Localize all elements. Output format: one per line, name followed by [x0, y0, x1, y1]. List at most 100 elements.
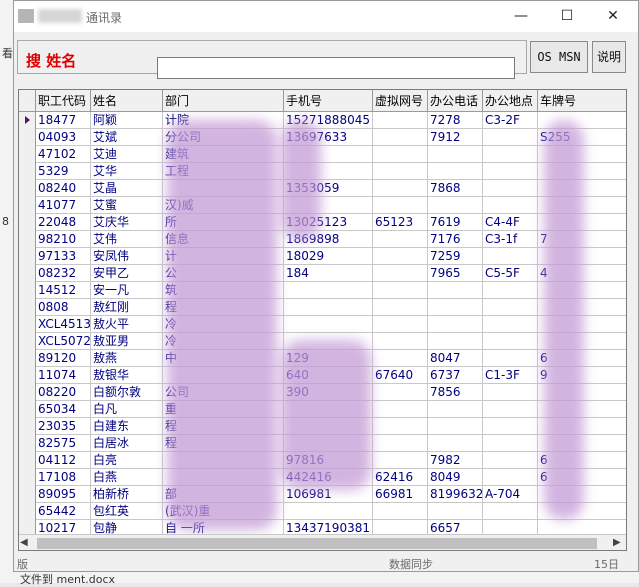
cell-mobile[interactable]: 184: [284, 265, 373, 282]
cell-name[interactable]: 敖银华: [91, 367, 163, 384]
cell-name[interactable]: 敖燕: [91, 350, 163, 367]
cell-code[interactable]: 08220: [36, 384, 91, 401]
close-button[interactable]: ✕: [590, 1, 636, 32]
cell-office-loc[interactable]: [483, 503, 538, 520]
cell-code[interactable]: XCL5072: [36, 333, 91, 350]
cell-code[interactable]: 0808: [36, 299, 91, 316]
table-row[interactable]: 08240艾晶13530597868: [19, 180, 626, 197]
cell-name[interactable]: 阿颖: [91, 112, 163, 129]
cell-vnet[interactable]: [373, 197, 428, 214]
cell-code[interactable]: 11074: [36, 367, 91, 384]
cell-name[interactable]: 艾斌: [91, 129, 163, 146]
cell-office-tel[interactable]: 7912: [428, 129, 483, 146]
cell-office-tel[interactable]: 7856: [428, 384, 483, 401]
cell-mobile[interactable]: 18029: [284, 248, 373, 265]
cell-office-loc[interactable]: C4-4F: [483, 214, 538, 231]
cell-office-tel[interactable]: 7278: [428, 112, 483, 129]
cell-code[interactable]: 04112: [36, 452, 91, 469]
cell-code[interactable]: 97133: [36, 248, 91, 265]
scroll-thumb[interactable]: [37, 538, 597, 549]
cell-name[interactable]: 敖红刚: [91, 299, 163, 316]
cell-name[interactable]: 艾伟: [91, 231, 163, 248]
cell-mobile[interactable]: [284, 299, 373, 316]
cell-code[interactable]: 98210: [36, 231, 91, 248]
cell-office-tel[interactable]: [428, 163, 483, 180]
cell-office-loc[interactable]: C3-2F: [483, 112, 538, 129]
cell-vnet[interactable]: 62416: [373, 469, 428, 486]
cell-office-tel[interactable]: 8047: [428, 350, 483, 367]
cell-name[interactable]: 艾晶: [91, 180, 163, 197]
cell-name[interactable]: 艾迪: [91, 146, 163, 163]
cell-office-loc[interactable]: [483, 333, 538, 350]
cell-office-tel[interactable]: [428, 401, 483, 418]
search-input[interactable]: [157, 57, 515, 79]
cell-vnet[interactable]: [373, 435, 428, 452]
column-header[interactable]: 姓名: [91, 90, 163, 112]
cell-office-tel[interactable]: 8049: [428, 469, 483, 486]
cell-name[interactable]: 白亮: [91, 452, 163, 469]
cell-office-loc[interactable]: [483, 384, 538, 401]
row-selector[interactable]: [19, 248, 36, 265]
row-selector[interactable]: [19, 129, 36, 146]
row-selector[interactable]: [19, 486, 36, 503]
cell-office-loc[interactable]: [483, 180, 538, 197]
contacts-table[interactable]: 职工代码 姓名 部门 手机号 虚拟网号 办公电话 办公地点 车牌号 18477 阿…: [18, 89, 627, 551]
cell-name[interactable]: 白额尔敦: [91, 384, 163, 401]
cell-name[interactable]: 柏新桥: [91, 486, 163, 503]
column-header[interactable]: 车牌号: [538, 90, 626, 112]
cell-office-tel[interactable]: 7982: [428, 452, 483, 469]
row-selector[interactable]: [19, 384, 36, 401]
column-header[interactable]: 办公地点: [483, 90, 538, 112]
cell-office-tel[interactable]: 7965: [428, 265, 483, 282]
cell-vnet[interactable]: [373, 350, 428, 367]
cell-office-loc[interactable]: [483, 350, 538, 367]
cell-office-tel[interactable]: 6737: [428, 367, 483, 384]
cell-vnet[interactable]: [373, 299, 428, 316]
row-selector[interactable]: [19, 367, 36, 384]
cell-vnet[interactable]: [373, 112, 428, 129]
cell-code[interactable]: 08240: [36, 180, 91, 197]
cell-name[interactable]: 艾蜜: [91, 197, 163, 214]
cell-code[interactable]: 14512: [36, 282, 91, 299]
cell-office-tel[interactable]: [428, 503, 483, 520]
cell-office-tel[interactable]: [428, 146, 483, 163]
row-selector[interactable]: [19, 214, 36, 231]
maximize-button[interactable]: ☐: [544, 1, 590, 32]
cell-name[interactable]: 白凡: [91, 401, 163, 418]
cell-code[interactable]: 89095: [36, 486, 91, 503]
table-row[interactable]: 41077艾蜜汉)威: [19, 197, 626, 214]
cell-mobile[interactable]: [284, 316, 373, 333]
cell-code[interactable]: 22048: [36, 214, 91, 231]
cell-vnet[interactable]: [373, 384, 428, 401]
column-header[interactable]: 职工代码: [36, 90, 91, 112]
cell-office-loc[interactable]: A-704: [483, 486, 538, 503]
cell-office-loc[interactable]: [483, 401, 538, 418]
cell-name[interactable]: 白建东: [91, 418, 163, 435]
cell-office-tel[interactable]: [428, 197, 483, 214]
table-row[interactable]: 22048艾庆华所13025123651237619C4-4F: [19, 214, 626, 231]
cell-name[interactable]: 艾华: [91, 163, 163, 180]
row-selector[interactable]: [19, 299, 36, 316]
cell-name[interactable]: 白居冰: [91, 435, 163, 452]
cell-mobile[interactable]: [284, 503, 373, 520]
cell-code[interactable]: 65442: [36, 503, 91, 520]
cell-code[interactable]: 23035: [36, 418, 91, 435]
cell-code[interactable]: 89120: [36, 350, 91, 367]
cell-office-loc[interactable]: [483, 163, 538, 180]
cell-code[interactable]: 18477: [36, 112, 91, 129]
row-selector[interactable]: [19, 503, 36, 520]
row-selector[interactable]: [19, 197, 36, 214]
cell-vnet[interactable]: [373, 180, 428, 197]
table-row[interactable]: 98210艾伟信息18698987176C3-1f7: [19, 231, 626, 248]
cell-office-tel[interactable]: [428, 282, 483, 299]
column-header[interactable]: 虚拟网号: [373, 90, 428, 112]
cell-code[interactable]: 04093: [36, 129, 91, 146]
row-selector[interactable]: [19, 146, 36, 163]
scroll-left-icon[interactable]: ◀: [20, 537, 28, 548]
cell-vnet[interactable]: [373, 146, 428, 163]
table-row[interactable]: 04093艾斌分公司136976337912S255: [19, 129, 626, 146]
cell-vnet[interactable]: [373, 418, 428, 435]
cell-office-loc[interactable]: [483, 452, 538, 469]
column-header[interactable]: 手机号: [284, 90, 373, 112]
cell-office-tel[interactable]: 7868: [428, 180, 483, 197]
